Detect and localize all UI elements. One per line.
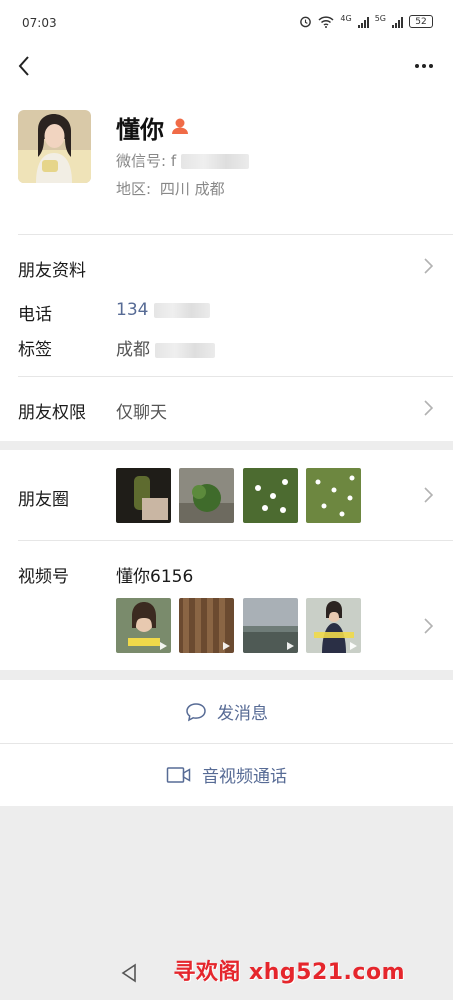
play-icon xyxy=(350,642,357,650)
channels-video-thumb xyxy=(243,598,298,653)
back-icon[interactable] xyxy=(12,52,40,80)
send-message-label: 发消息 xyxy=(217,704,268,724)
signal-icon-2 xyxy=(392,16,403,28)
avatar[interactable] xyxy=(18,110,91,183)
actions-section: 发消息 音视频通话 xyxy=(0,680,453,806)
status-bar: 07:03 4G 5G 52 xyxy=(0,0,453,48)
wechat-id-blurred xyxy=(180,154,249,169)
wechat-id-label: 微信号: f xyxy=(116,152,177,170)
media-section: 朋友圈 视频号 懂你6156 xyxy=(0,450,453,670)
channels-video-thumb xyxy=(179,598,234,653)
channels-account: 懂你6156 xyxy=(116,567,194,587)
permission-label: 朋友权限 xyxy=(18,403,86,423)
chat-bubble-icon xyxy=(186,702,206,721)
permission-row[interactable]: 朋友权限 仅聊天 xyxy=(0,377,453,441)
video-call-label: 音视频通话 xyxy=(202,767,287,787)
permission-value: 仅聊天 xyxy=(116,403,167,423)
region-label: 地区: xyxy=(116,180,152,198)
region-value: 四川 成都 xyxy=(159,180,225,198)
system-nav-bar: 寻欢阁 xhg521.com xyxy=(0,948,453,1000)
friend-info-label: 朋友资料 xyxy=(18,261,86,281)
tags-blurred xyxy=(155,342,216,358)
phone-number: 134 xyxy=(116,300,149,320)
channels-label: 视频号 xyxy=(18,567,69,587)
play-icon xyxy=(287,642,294,650)
phone-label: 电话 xyxy=(18,305,52,325)
signal-icon-1 xyxy=(357,16,369,28)
network-type-1: 4G xyxy=(340,14,352,23)
moments-photo xyxy=(243,468,298,523)
phone-blurred xyxy=(153,302,210,318)
channels-video-thumb xyxy=(116,598,171,653)
moments-photo xyxy=(306,468,361,523)
wifi-icon xyxy=(318,15,334,28)
moments-photo xyxy=(179,468,234,523)
channels-row[interactable]: 视频号 懂你6156 xyxy=(0,541,453,670)
moments-row[interactable]: 朋友圈 xyxy=(0,450,453,540)
watermark: 寻欢阁 xhg521.com xyxy=(173,960,405,985)
tags-value: 成都 xyxy=(116,335,216,360)
play-icon xyxy=(160,642,167,650)
moments-label: 朋友圈 xyxy=(18,490,69,510)
chevron-right-icon xyxy=(424,258,433,274)
channels-video-thumb xyxy=(306,598,361,653)
contact-name: 懂你 xyxy=(116,116,164,144)
wechat-id: 微信号: f xyxy=(116,150,249,171)
video-call-button[interactable]: 音视频通话 xyxy=(0,743,453,806)
alarm-icon xyxy=(300,16,312,28)
tags-label: 标签 xyxy=(18,340,52,360)
tags-text: 成都 xyxy=(116,340,150,360)
status-time: 07:03 xyxy=(22,16,57,30)
female-gender-icon xyxy=(172,118,188,134)
chevron-right-icon xyxy=(424,487,433,503)
battery-icon: 52 xyxy=(409,15,433,28)
friend-info-section: 朋友资料 电话 134 标签 成都 朋友权限 仅聊天 xyxy=(0,234,453,441)
moments-photo xyxy=(116,468,171,523)
nav-back-icon[interactable] xyxy=(118,962,140,984)
chevron-right-icon xyxy=(424,400,433,416)
video-camera-icon xyxy=(166,766,191,783)
more-icon[interactable] xyxy=(409,52,439,80)
status-icons: 4G 5G 52 xyxy=(299,14,433,29)
play-icon xyxy=(223,642,230,650)
send-message-button[interactable]: 发消息 xyxy=(0,680,453,743)
region: 地区: 四川 成都 xyxy=(116,178,225,199)
friend-info-row[interactable]: 朋友资料 xyxy=(0,234,453,294)
chevron-right-icon xyxy=(424,618,433,634)
phone-value[interactable]: 134 xyxy=(116,300,210,320)
profile-header: 懂你 微信号: f 地区: 四川 成都 xyxy=(0,84,453,234)
top-nav xyxy=(0,48,453,84)
network-type-2: 5G xyxy=(374,14,386,23)
